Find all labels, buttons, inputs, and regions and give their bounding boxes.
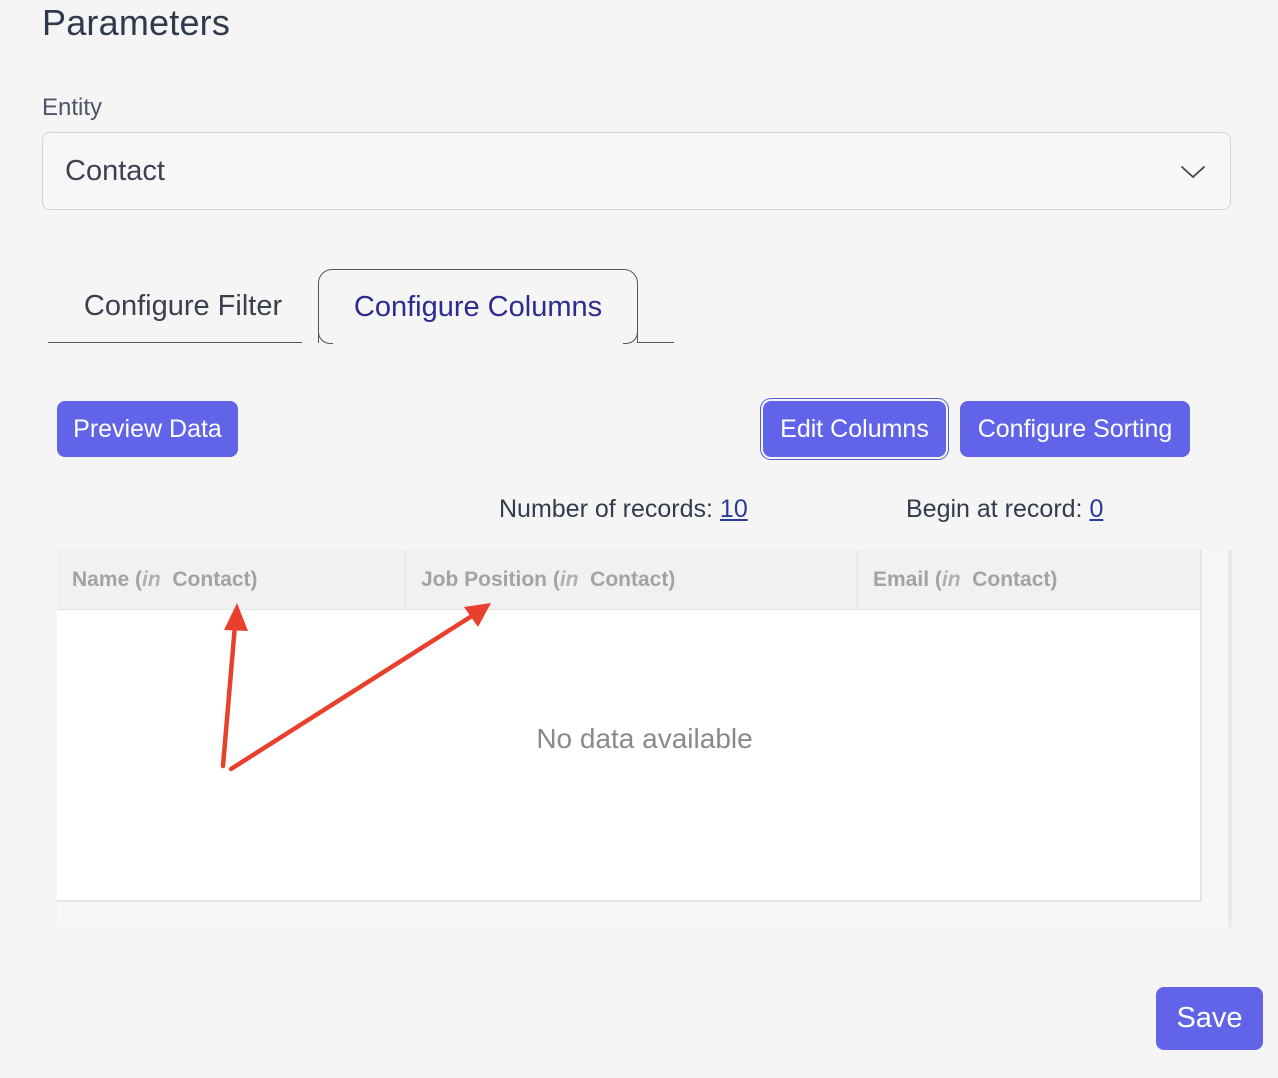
begin-at-record-label: Begin at record: [906, 495, 1090, 523]
column-header-label: Job Position [421, 568, 547, 591]
edit-columns-button[interactable]: Edit Columns [763, 401, 946, 457]
column-header-entity: Contact [590, 568, 669, 591]
entity-select[interactable]: Contact [42, 132, 1231, 210]
column-header-in: in [559, 568, 579, 591]
number-of-records: Number of records: 10 [499, 495, 748, 524]
column-header-in: in [941, 568, 961, 591]
column-header-label: Email [873, 568, 930, 591]
tab-configure-filter[interactable]: Configure Filter [50, 272, 316, 342]
empty-table-message: No data available [536, 723, 753, 754]
page-title: Parameters [42, 2, 231, 43]
table-scrollbar[interactable] [1228, 550, 1232, 927]
configure-sorting-button[interactable]: Configure Sorting [960, 401, 1190, 457]
column-header-job-position[interactable]: Job Position (in Contact) [406, 550, 858, 609]
preview-data-button[interactable]: Preview Data [57, 401, 238, 457]
number-of-records-link[interactable]: 10 [720, 495, 748, 523]
data-table: Name (in Contact) Job Position (in Conta… [57, 550, 1232, 927]
table-header: Name (in Contact) Job Position (in Conta… [57, 550, 1200, 610]
tab-bar-divider-left [48, 342, 302, 343]
chevron-down-icon [1180, 159, 1206, 185]
column-header-label: Name [72, 568, 130, 591]
entity-label: Entity [42, 94, 103, 121]
column-header-entity: Contact [972, 568, 1051, 591]
entity-select-value: Contact [65, 155, 165, 187]
begin-at-record-link[interactable]: 0 [1089, 495, 1103, 523]
column-header-in: in [142, 568, 161, 591]
number-of-records-label: Number of records: [499, 495, 720, 523]
save-button[interactable]: Save [1156, 987, 1263, 1050]
column-header-email[interactable]: Email (in Contact) [858, 550, 1200, 609]
tab-bar-divider-right [638, 342, 674, 343]
column-header-entity: Contact [172, 568, 251, 591]
begin-at-record: Begin at record: 0 [906, 495, 1103, 524]
column-header-name[interactable]: Name (in Contact) [57, 550, 406, 609]
tab-configure-columns[interactable]: Configure Columns [318, 269, 638, 344]
